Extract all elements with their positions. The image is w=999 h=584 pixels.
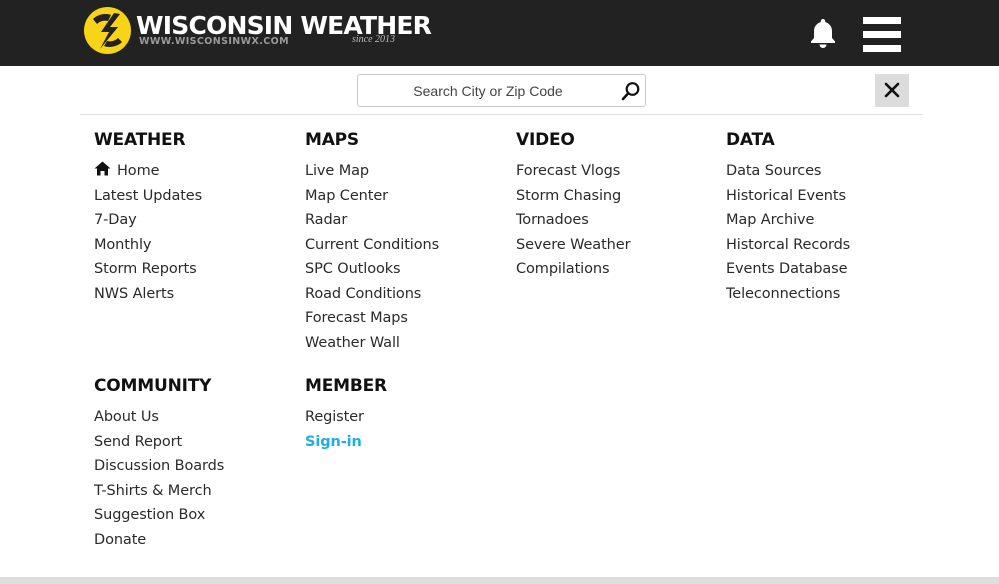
section-title: MAPS (305, 130, 359, 150)
menu-item-compilations[interactable]: Compilations (516, 258, 716, 283)
divider (80, 114, 923, 115)
menu-section-data: DATA Data Sources Historical Events Map … (726, 129, 926, 307)
menu-section-community: COMMUNITY About Us Send Report Discussio… (94, 375, 294, 553)
menu-item-send-report[interactable]: Send Report (94, 431, 294, 456)
site-logo[interactable]: WISCONSIN WEATHER WWW.WISCONSINWX.COM (84, 6, 432, 54)
menu-item-nws-alerts[interactable]: NWS Alerts (94, 283, 294, 308)
menu-section-weather: WEATHER Home Latest Updates 7-Day Monthl… (94, 129, 294, 307)
menu-item-severe-weather[interactable]: Severe Weather (516, 234, 716, 259)
section-title: DATA (726, 130, 775, 150)
close-icon (884, 82, 900, 98)
menu-section-maps: MAPS Live Map Map Center Radar Current C… (305, 129, 505, 356)
section-title: MEMBER (305, 376, 387, 396)
section-title: VIDEO (516, 130, 575, 150)
menu-item-register[interactable]: Register (305, 406, 505, 431)
menu-item-current-conditions[interactable]: Current Conditions (305, 234, 505, 259)
menu-section-member: MEMBER Register Sign-in (305, 375, 505, 455)
menu-item-home[interactable]: Home (94, 160, 294, 185)
menu-item-label: Home (117, 163, 160, 179)
menu-item-historical-events[interactable]: Historical Events (726, 185, 926, 210)
menu-item-spc-outlooks[interactable]: SPC Outlooks (305, 258, 505, 283)
menu-item-7-day[interactable]: 7-Day (94, 209, 294, 234)
menu-item-tornadoes[interactable]: Tornadoes (516, 209, 716, 234)
menu-section-video: VIDEO Forecast Vlogs Storm Chasing Torna… (516, 129, 716, 283)
page-bottom-bar (0, 577, 999, 584)
menu-item-discussion-boards[interactable]: Discussion Boards (94, 455, 294, 480)
menu-item-storm-reports[interactable]: Storm Reports (94, 258, 294, 283)
menu-item-road-conditions[interactable]: Road Conditions (305, 283, 505, 308)
menu-item-forecast-maps[interactable]: Forecast Maps (305, 307, 505, 332)
site-header: WISCONSIN WEATHER WWW.WISCONSINWX.COM si… (0, 0, 999, 66)
bell-icon[interactable] (810, 18, 836, 48)
menu-item-teleconnections[interactable]: Teleconnections (726, 283, 926, 308)
menu-item-about-us[interactable]: About Us (94, 406, 294, 431)
menu-item-radar[interactable]: Radar (305, 209, 505, 234)
search-icon[interactable] (621, 81, 641, 101)
section-title: COMMUNITY (94, 376, 212, 396)
logo-lightning-icon (84, 6, 131, 54)
menu-item-storm-chasing[interactable]: Storm Chasing (516, 185, 716, 210)
menu-item-monthly[interactable]: Monthly (94, 234, 294, 259)
menu-item-historical-records[interactable]: Historcal Records (726, 234, 926, 259)
menu-item-map-archive[interactable]: Map Archive (726, 209, 926, 234)
menu-item-donate[interactable]: Donate (94, 529, 294, 554)
menu-item-sign-in[interactable]: Sign-in (305, 431, 505, 456)
section-title: WEATHER (94, 130, 186, 150)
menu-item-latest-updates[interactable]: Latest Updates (94, 185, 294, 210)
menu-item-suggestion-box[interactable]: Suggestion Box (94, 504, 294, 529)
menu-item-events-database[interactable]: Events Database (726, 258, 926, 283)
home-icon (94, 161, 111, 183)
logo-url: WWW.WISCONSINWX.COM (139, 36, 289, 47)
search-input[interactable] (368, 75, 608, 106)
menu-item-data-sources[interactable]: Data Sources (726, 160, 926, 185)
menu-item-live-map[interactable]: Live Map (305, 160, 505, 185)
search-box (357, 74, 646, 107)
menu-item-map-center[interactable]: Map Center (305, 185, 505, 210)
logo-text: WISCONSIN WEATHER WWW.WISCONSINWX.COM (136, 6, 432, 54)
menu-item-forecast-vlogs[interactable]: Forecast Vlogs (516, 160, 716, 185)
hamburger-menu-icon[interactable] (863, 16, 901, 54)
menu-item-tshirts-merch[interactable]: T-Shirts & Merch (94, 480, 294, 505)
close-menu-button[interactable] (875, 74, 909, 107)
logo-since: since 2013 (352, 34, 396, 45)
menu-item-weather-wall[interactable]: Weather Wall (305, 332, 505, 357)
